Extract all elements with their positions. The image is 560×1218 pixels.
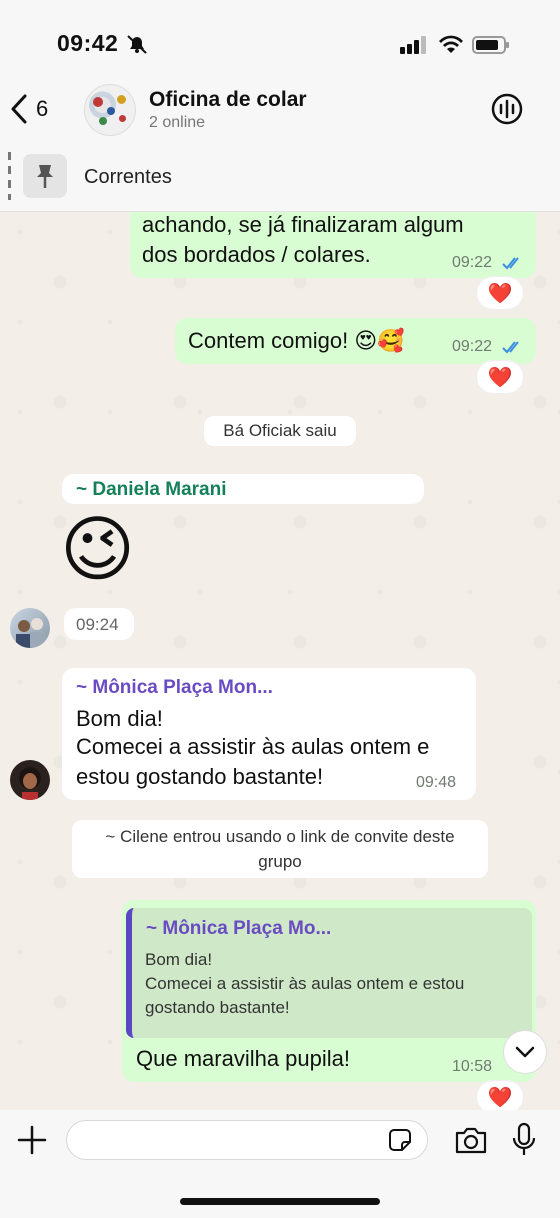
chevron-down-icon [515,1046,535,1058]
online-status: 2 online [149,114,206,131]
message-text-line: achando, se já finalizaram algum [142,212,464,237]
emoji-message[interactable]: 😉 [60,510,135,590]
time-pill: 09:24 [64,608,134,640]
chat-header: 6 Oficina de colar 2 online [0,80,560,140]
voice-chat-icon[interactable] [490,92,524,126]
status-time: 09:42 [57,30,119,56]
wifi-icon [439,35,463,53]
message-text-line: Comecei a assistir às aulas ontem e [76,734,430,759]
system-message-line: grupo [258,852,302,871]
message-time: 09:22 [452,254,493,271]
message-time: 09:22 [452,338,493,355]
pin-icon-box [23,154,67,198]
message-time: 10:58 [452,1058,493,1075]
quoted-text-line: Comecei a assistir às aulas ontem e esto… [145,974,465,993]
outgoing-message[interactable]: Contem comigo! 😍🥰 09:22 [175,318,536,364]
system-message-line: ~ Cilene entrou usando o link de convite… [105,827,455,846]
group-title[interactable]: Oficina de colar [149,88,307,112]
input-bar [0,1110,560,1218]
plus-icon[interactable] [16,1124,48,1156]
message-text: Que maravilha pupila! [136,1046,351,1071]
pinned-message-bar[interactable]: Correntes [0,140,560,212]
chevron-left-icon [11,94,27,124]
unread-count: 6 [36,96,49,121]
read-ticks-icon [502,257,519,270]
microphone-icon[interactable] [510,1122,538,1158]
bell-muted-icon [127,35,147,54]
outgoing-message[interactable]: achando, se já finalizaram algum dos bor… [130,212,536,278]
read-ticks-icon [502,341,519,354]
message-time: 09:24 [76,615,119,634]
avatar[interactable] [10,760,50,800]
pinned-message-label: Correntes [84,166,172,188]
reaction-badge[interactable]: ❤️ [476,1080,524,1110]
quoted-sender: ~ Mônica Plaça Mo... [146,918,332,939]
message-text-line: estou gostando bastante! [76,764,324,789]
signal-icon [400,36,426,54]
heart-reaction: ❤️ [487,366,513,389]
reaction-badge[interactable]: ❤️ [476,276,524,310]
battery-icon [472,36,509,54]
sender-name[interactable]: ~ Mônica Plaça Mon... [76,677,273,699]
quoted-text-line: Bom dia! [145,950,213,969]
heart-reaction: ❤️ [487,1086,513,1109]
avatar-image [19,767,41,800]
group-avatar[interactable] [84,84,136,136]
incoming-message-header[interactable]: ~ Daniela Marani [62,474,424,504]
quoted-message[interactable]: ~ Mônica Plaça Mo... Bom dia! Comecei a … [126,908,532,1038]
message-text: Contem comigo! 😍🥰 [188,328,405,353]
reaction-badge[interactable]: ❤️ [476,360,524,394]
pinned-indicator [8,152,11,200]
message-text-line: Bom dia! [76,706,163,731]
message-input[interactable] [66,1120,428,1160]
status-bar: 09:42 [0,0,560,80]
back-button[interactable]: 6 [10,94,48,124]
avatar[interactable] [10,608,50,648]
system-message: ~ Cilene entrou usando o link de convite… [72,820,488,878]
quoted-text-line: gostando bastante! [145,998,290,1017]
home-indicator [180,1198,380,1205]
avatar-image [16,618,46,648]
message-time: 09:48 [416,774,457,791]
scroll-to-bottom-button[interactable] [503,1030,547,1074]
sender-name[interactable]: ~ Daniela Marani [76,479,226,501]
chat-area[interactable]: achando, se já finalizaram algum dos bor… [0,212,560,1110]
sticker-icon[interactable] [386,1126,414,1154]
message-text-line: dos bordados / colares. [142,242,371,267]
heart-reaction: ❤️ [487,282,513,305]
system-message: Bá Oficiak saiu [204,416,356,446]
incoming-message[interactable]: ~ Mônica Plaça Mon... Bom dia! Comecei a… [62,668,476,800]
camera-icon[interactable] [454,1124,488,1156]
pin-icon [37,165,53,188]
